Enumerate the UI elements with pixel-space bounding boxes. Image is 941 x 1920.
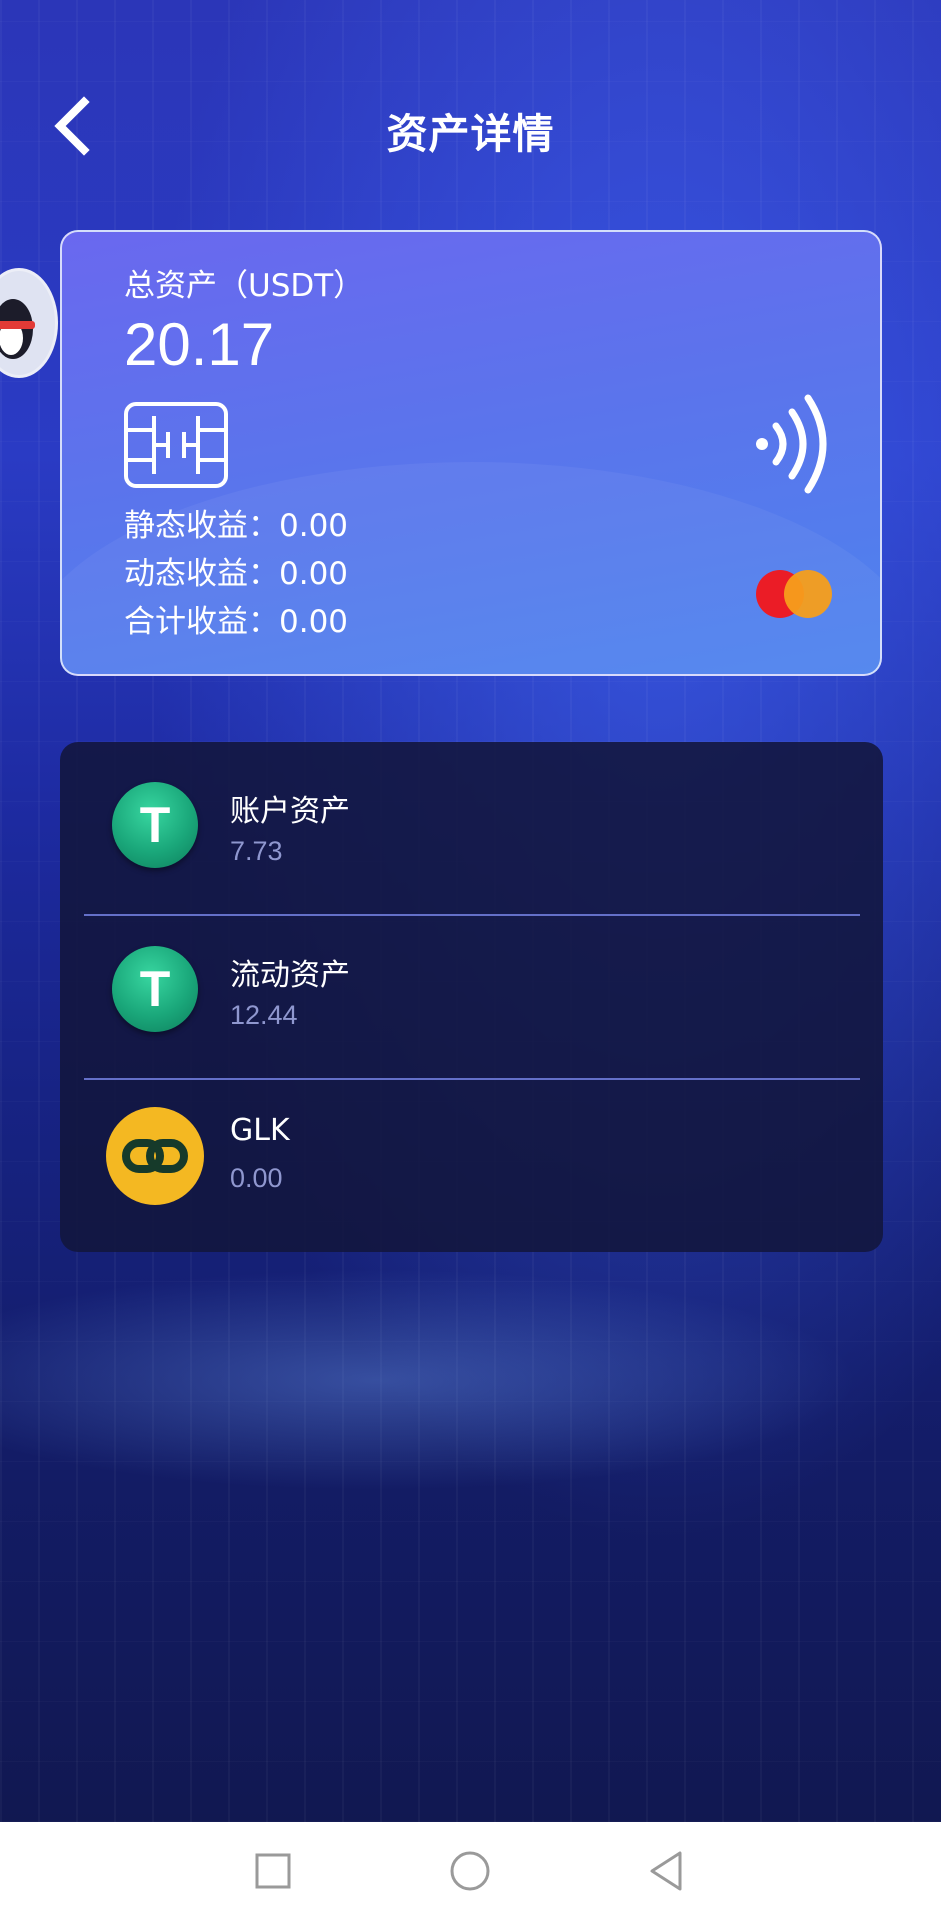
glk-chain-icon — [106, 1107, 204, 1205]
total-earnings: 合计收益：0.00 — [124, 604, 349, 640]
home-button[interactable] — [443, 1844, 497, 1898]
static-earnings: 静态收益：0.00 — [124, 508, 349, 544]
contactless-icon — [756, 394, 827, 494]
asset-value: 0.00 — [230, 1163, 283, 1193]
asset-list: T 账户资产 7.73 T 流动资产 12.44 GLK 0.00 — [60, 742, 883, 1252]
asset-value: 7.73 — [230, 836, 283, 866]
total-assets-card: 总资产（USDT） 20.17 静态收益：0.00 动态收益：0.00 合计收益… — [60, 230, 882, 676]
total-assets-value: 20.17 — [124, 311, 275, 378]
page-title: 资产详情 — [386, 110, 555, 158]
asset-item-liquid[interactable]: T 流动资产 12.44 — [60, 906, 883, 1069]
dynamic-earnings: 动态收益：0.00 — [124, 556, 349, 592]
system-nav-bar — [0, 1822, 941, 1920]
nav-back-button[interactable] — [640, 1844, 694, 1898]
square-icon — [255, 1853, 291, 1889]
mastercard-icon — [756, 570, 832, 618]
recent-apps-button[interactable] — [246, 1844, 300, 1898]
asset-name: 账户资产 — [230, 794, 350, 829]
asset-value: 12.44 — [230, 1000, 298, 1030]
triangle-back-icon — [650, 1851, 682, 1891]
card-chip-icon — [124, 402, 228, 488]
asset-item-glk[interactable]: GLK 0.00 — [60, 1069, 883, 1232]
asset-name: 流动资产 — [230, 958, 350, 993]
asset-name: GLK — [230, 1113, 290, 1148]
header: 资产详情 — [0, 88, 941, 168]
total-assets-label: 总资产（USDT） — [124, 268, 365, 304]
usdt-icon: T — [112, 946, 198, 1032]
circle-icon — [450, 1851, 490, 1891]
asset-item-account[interactable]: T 账户资产 7.73 — [60, 742, 883, 905]
background-glow — [0, 1250, 941, 1510]
usdt-icon: T — [112, 782, 198, 868]
